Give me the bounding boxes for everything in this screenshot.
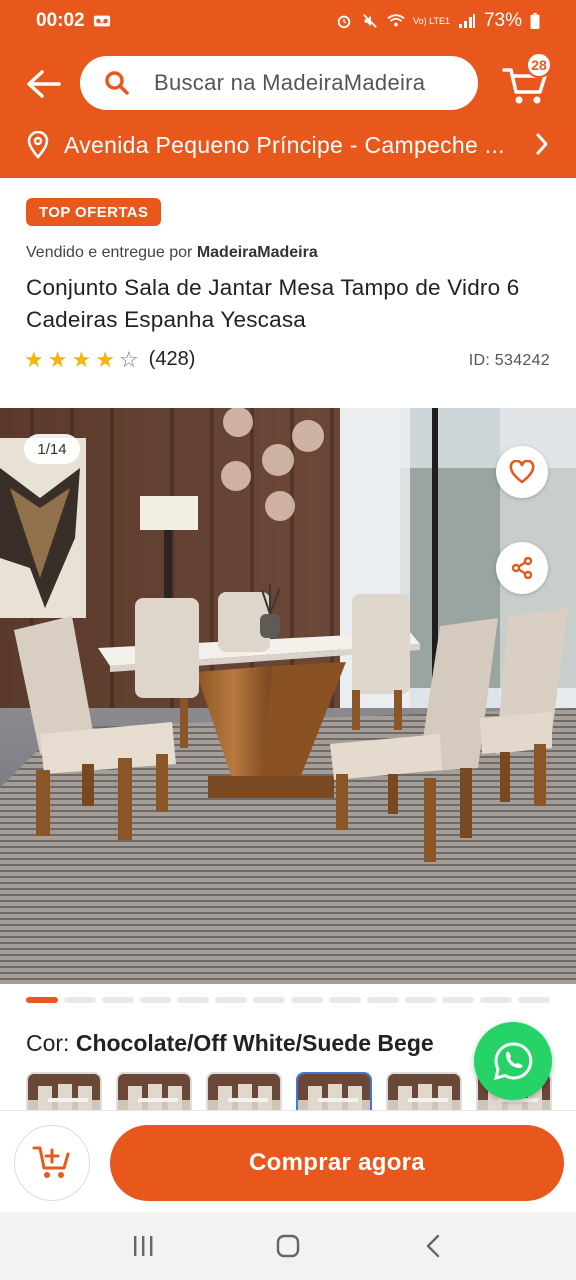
share-icon <box>511 556 533 580</box>
location-text: Avenida Pequeno Príncipe - Campeche ... <box>64 131 505 158</box>
star-filled-icon: ★ <box>71 346 92 372</box>
wifi-icon <box>387 14 405 27</box>
pagination-dot[interactable] <box>480 997 513 1003</box>
recent-apps-button[interactable] <box>123 1226 163 1266</box>
arrow-left-icon <box>27 70 61 98</box>
pagination-dot[interactable] <box>253 997 286 1003</box>
pagination-dot[interactable] <box>291 997 323 1003</box>
pagination-dot[interactable] <box>518 997 551 1003</box>
signal-icon <box>458 14 475 28</box>
color-thumbnail[interactable] <box>386 1072 462 1112</box>
battery-percent: 73% <box>483 10 522 31</box>
pagination-dot[interactable] <box>139 997 172 1003</box>
star-empty-icon: ☆ <box>118 346 139 372</box>
home-button[interactable] <box>268 1226 308 1266</box>
product-rating[interactable]: ★ ★ ★ ★ ☆ (428) <box>24 348 195 371</box>
rating-stars: ★ ★ ★ ★ ☆ <box>24 346 139 372</box>
status-time: 00:02 <box>36 10 85 31</box>
add-cart-icon <box>32 1146 70 1178</box>
delivery-location[interactable]: Avenida Pequeno Príncipe - Campeche ... <box>0 122 576 168</box>
pagination-dot[interactable] <box>215 997 248 1003</box>
back-button[interactable] <box>22 64 66 104</box>
network-label: Vo) LTE1 <box>413 15 450 26</box>
review-count: (428) <box>148 348 196 370</box>
color-thumbnail[interactable] <box>296 1072 372 1112</box>
search-icon <box>105 71 129 95</box>
product-title: Conjunto Sala de Jantar Mesa Tampo de Vi… <box>26 275 520 332</box>
add-to-cart-button[interactable] <box>14 1125 90 1201</box>
chevron-left-icon <box>427 1234 440 1258</box>
favorite-button[interactable] <box>496 446 548 498</box>
dining-set-photo <box>0 408 576 984</box>
pagination-dot[interactable] <box>63 997 96 1003</box>
pagination-dot[interactable] <box>404 997 437 1003</box>
seller-name[interactable]: MadeiraMadeira <box>197 244 318 261</box>
battery-icon <box>530 13 540 29</box>
seller-line: Vendido e entregue por MadeiraMadeira <box>26 244 318 262</box>
pagination-dot[interactable] <box>328 997 361 1003</box>
color-thumbnail[interactable] <box>206 1072 282 1112</box>
pagination-dot[interactable] <box>177 997 210 1003</box>
voicemail-icon <box>93 15 110 27</box>
color-thumbnail[interactable] <box>26 1072 102 1112</box>
color-label: Cor: <box>26 1030 70 1056</box>
star-filled-icon: ★ <box>47 346 68 372</box>
chevron-right-icon <box>536 133 548 155</box>
pagination-dot[interactable] <box>101 997 134 1003</box>
whatsapp-icon <box>493 1042 533 1081</box>
alarm-icon <box>337 15 351 29</box>
purchase-bar: Comprar agora <box>0 1110 576 1212</box>
home-icon <box>276 1234 300 1258</box>
system-navigation-bar <box>0 1212 576 1280</box>
color-selector-label: Cor: Chocolate/Off White/Suede Bege <box>26 1030 434 1057</box>
color-value: Chocolate/Off White/Suede Bege <box>75 1030 434 1056</box>
pagination-dot[interactable] <box>366 997 399 1003</box>
app-header: Buscar na MadeiraMadeira 28 Avenida Pequ… <box>0 42 576 178</box>
product-image[interactable] <box>0 408 576 984</box>
gallery-pagination[interactable] <box>26 997 551 1003</box>
image-counter: 1/14 <box>24 434 80 464</box>
search-input[interactable]: Buscar na MadeiraMadeira <box>80 56 478 110</box>
buy-now-button[interactable]: Comprar agora <box>110 1125 564 1201</box>
star-filled-icon: ★ <box>24 346 44 372</box>
color-thumbnail[interactable] <box>116 1072 192 1112</box>
search-placeholder: Buscar na MadeiraMadeira <box>154 70 426 95</box>
top-offers-badge: TOP OFERTAS <box>26 198 162 226</box>
location-pin-icon <box>27 131 49 159</box>
whatsapp-button[interactable] <box>474 1022 552 1100</box>
cart-count-badge: 28 <box>526 52 552 78</box>
pagination-dot[interactable] <box>26 997 58 1003</box>
status-bar: 00:02 Vo) LTE1 73% <box>0 0 576 42</box>
recent-apps-icon <box>133 1236 153 1256</box>
heart-icon <box>509 460 535 484</box>
seller-prefix: Vendido e entregue por <box>26 244 193 261</box>
back-nav-button[interactable] <box>413 1226 453 1266</box>
share-button[interactable] <box>496 542 548 594</box>
product-id: ID: 534242 <box>468 352 550 369</box>
star-filled-icon: ★ <box>95 346 115 372</box>
mute-icon <box>363 14 377 28</box>
pagination-dot[interactable] <box>442 997 475 1003</box>
